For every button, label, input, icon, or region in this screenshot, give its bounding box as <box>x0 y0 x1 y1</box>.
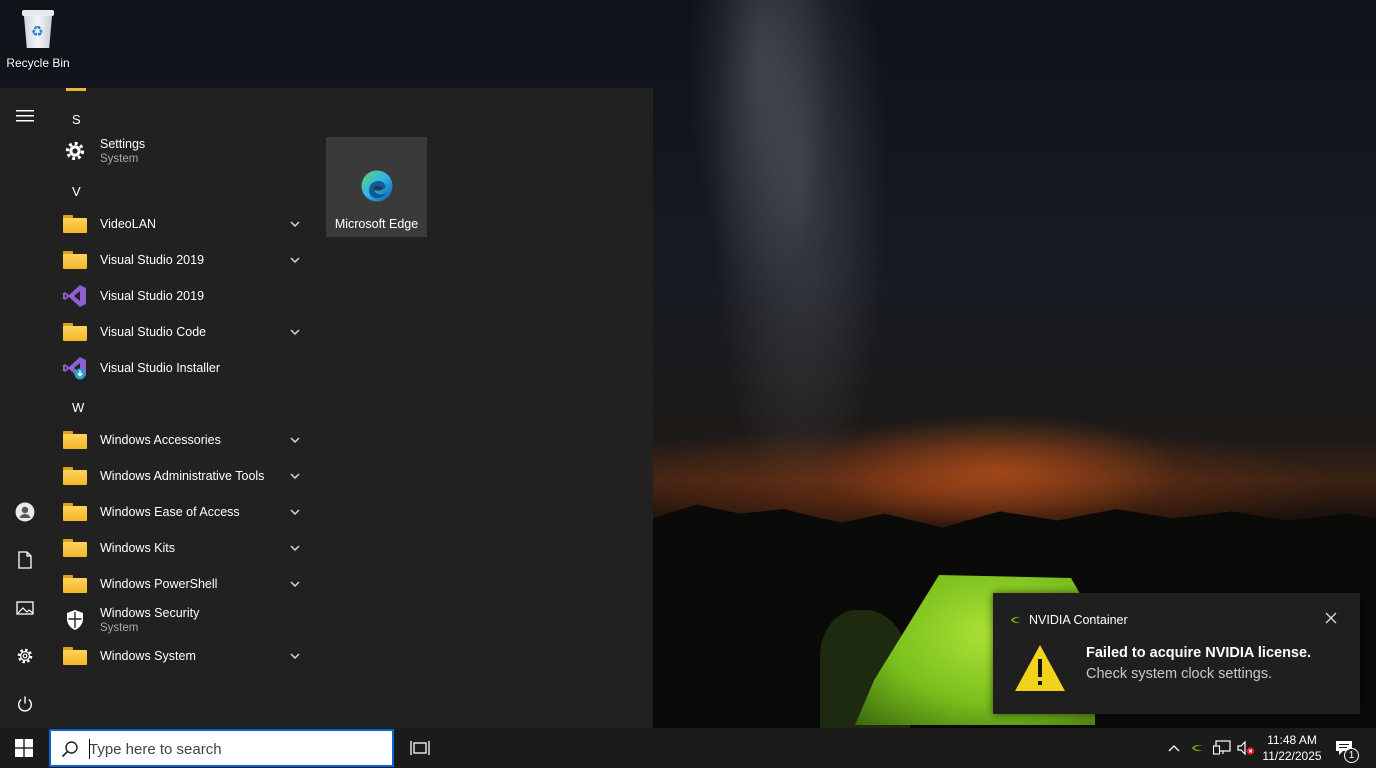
chevron-down-icon[interactable] <box>288 469 302 483</box>
taskbar: 11:48 AM 11/22/2025 1 <box>0 728 1376 768</box>
folder-icon <box>50 242 100 278</box>
notification-count-badge: 1 <box>1344 748 1359 763</box>
app-name: Visual Studio Installer <box>100 361 220 375</box>
app-name: Visual Studio 2019 <box>100 253 205 267</box>
pictures-icon[interactable] <box>0 588 50 628</box>
clock-date: 11/22/2025 <box>1262 749 1322 763</box>
nvidia-icon <box>1009 613 1023 627</box>
app-name: Windows Accessories <box>100 433 221 447</box>
chevron-down-icon[interactable] <box>288 325 302 339</box>
text-caret <box>89 739 90 759</box>
task-view-icon <box>410 741 430 755</box>
app-name: Windows Administrative Tools <box>100 469 265 483</box>
app-folder-windows-powershell[interactable]: Windows PowerShell <box>50 566 310 602</box>
letter-header-s[interactable]: S <box>72 112 81 127</box>
app-name: Windows Kits <box>100 541 176 555</box>
desktop-icon-label: Recycle Bin <box>6 56 70 70</box>
edge-icon <box>361 170 392 202</box>
user-icon[interactable] <box>0 492 50 532</box>
close-icon[interactable] <box>1324 611 1338 625</box>
folder-icon <box>50 638 100 674</box>
app-name: Windows System <box>100 649 196 663</box>
chevron-up-icon[interactable] <box>1164 728 1184 768</box>
folder-icon <box>50 314 100 350</box>
app-name: Windows Security <box>100 606 200 620</box>
tile-microsoft-edge[interactable]: Microsoft Edge <box>326 137 427 237</box>
app-folder-visual-studio-2019[interactable]: Visual Studio 2019 <box>50 242 310 278</box>
start-rail <box>0 88 50 728</box>
clock-time: 11:48 AM <box>1267 733 1317 747</box>
app-name: Visual Studio Code <box>100 325 207 339</box>
warning-icon <box>1015 645 1065 691</box>
app-settings[interactable]: Settings System <box>50 133 310 169</box>
letter-header-w[interactable]: W <box>72 400 84 415</box>
folder-icon <box>50 206 100 242</box>
app-folder-windows-accessories[interactable]: Windows Accessories <box>50 422 310 458</box>
app-subtitle: System <box>100 622 139 634</box>
taskbar-clock[interactable]: 11:48 AM 11/22/2025 <box>1256 732 1328 764</box>
chevron-down-icon[interactable] <box>288 505 302 519</box>
app-list: S Settings System V VideoLAN Visual Stud… <box>50 88 310 728</box>
folder-icon <box>50 458 100 494</box>
app-folder-windows-system[interactable]: Windows System <box>50 638 310 674</box>
nvidia-tray-icon[interactable] <box>1187 728 1209 768</box>
chevron-down-icon[interactable] <box>288 577 302 591</box>
letter-header-v[interactable]: V <box>72 184 81 199</box>
task-view-button[interactable] <box>400 728 440 768</box>
start-menu: S Settings System V VideoLAN Visual Stud… <box>0 88 653 728</box>
toast-body: Check system clock settings. <box>1086 666 1273 682</box>
start-button[interactable] <box>0 728 48 768</box>
gear-icon[interactable] <box>0 636 50 676</box>
power-icon[interactable] <box>0 684 50 724</box>
recycle-bin-icon: ♻ <box>20 8 56 50</box>
toast-title: Failed to acquire NVIDIA license. <box>1086 645 1312 661</box>
windows-logo-icon <box>15 739 33 757</box>
visual-studio-icon <box>50 278 100 314</box>
app-folder-videolan[interactable]: VideoLAN <box>50 206 310 242</box>
shield-icon <box>50 602 100 638</box>
toast-notification[interactable]: NVIDIA Container Failed to acquire NVIDI… <box>993 593 1360 714</box>
chevron-down-icon[interactable] <box>288 253 302 267</box>
folder-icon <box>50 566 100 602</box>
app-windows-security[interactable]: Windows Security System <box>50 602 310 638</box>
network-icon[interactable] <box>1210 728 1234 768</box>
hamburger-icon[interactable] <box>0 96 50 136</box>
volume-muted-icon[interactable] <box>1235 728 1257 768</box>
app-folder-windows-ease-of-access[interactable]: Windows Ease of Access <box>50 494 310 530</box>
desktop-icon-recycle-bin[interactable]: ♻ Recycle Bin <box>4 6 72 76</box>
app-visual-studio-2019[interactable]: Visual Studio 2019 <box>50 278 310 314</box>
app-visual-studio-installer[interactable]: Visual Studio Installer <box>50 350 310 386</box>
app-name: Settings <box>100 137 146 151</box>
document-icon[interactable] <box>0 540 50 580</box>
folder-icon <box>50 422 100 458</box>
chevron-down-icon[interactable] <box>288 433 302 447</box>
toast-app-name: NVIDIA Container <box>1029 613 1128 627</box>
app-name: Visual Studio 2019 <box>100 289 205 303</box>
search-input[interactable] <box>89 738 379 760</box>
app-name: Windows PowerShell <box>100 577 218 591</box>
chevron-down-icon[interactable] <box>288 649 302 663</box>
gear-icon <box>50 133 100 169</box>
folder-icon <box>50 530 100 566</box>
app-name: Windows Ease of Access <box>100 505 240 519</box>
app-folder-visual-studio-code[interactable]: Visual Studio Code <box>50 314 310 350</box>
previous-item-folder-edge <box>66 88 86 91</box>
chevron-down-icon[interactable] <box>288 541 302 555</box>
app-name: VideoLAN <box>100 217 157 231</box>
search-icon <box>61 741 78 758</box>
visual-studio-installer-icon <box>50 350 100 386</box>
app-subtitle: System <box>100 153 139 165</box>
taskbar-search-box[interactable] <box>49 729 394 767</box>
app-folder-windows-kits[interactable]: Windows Kits <box>50 530 310 566</box>
chevron-down-icon[interactable] <box>288 217 302 231</box>
app-folder-windows-administrative-tools[interactable]: Windows Administrative Tools <box>50 458 310 494</box>
tile-label: Microsoft Edge <box>334 217 419 231</box>
folder-icon <box>50 494 100 530</box>
